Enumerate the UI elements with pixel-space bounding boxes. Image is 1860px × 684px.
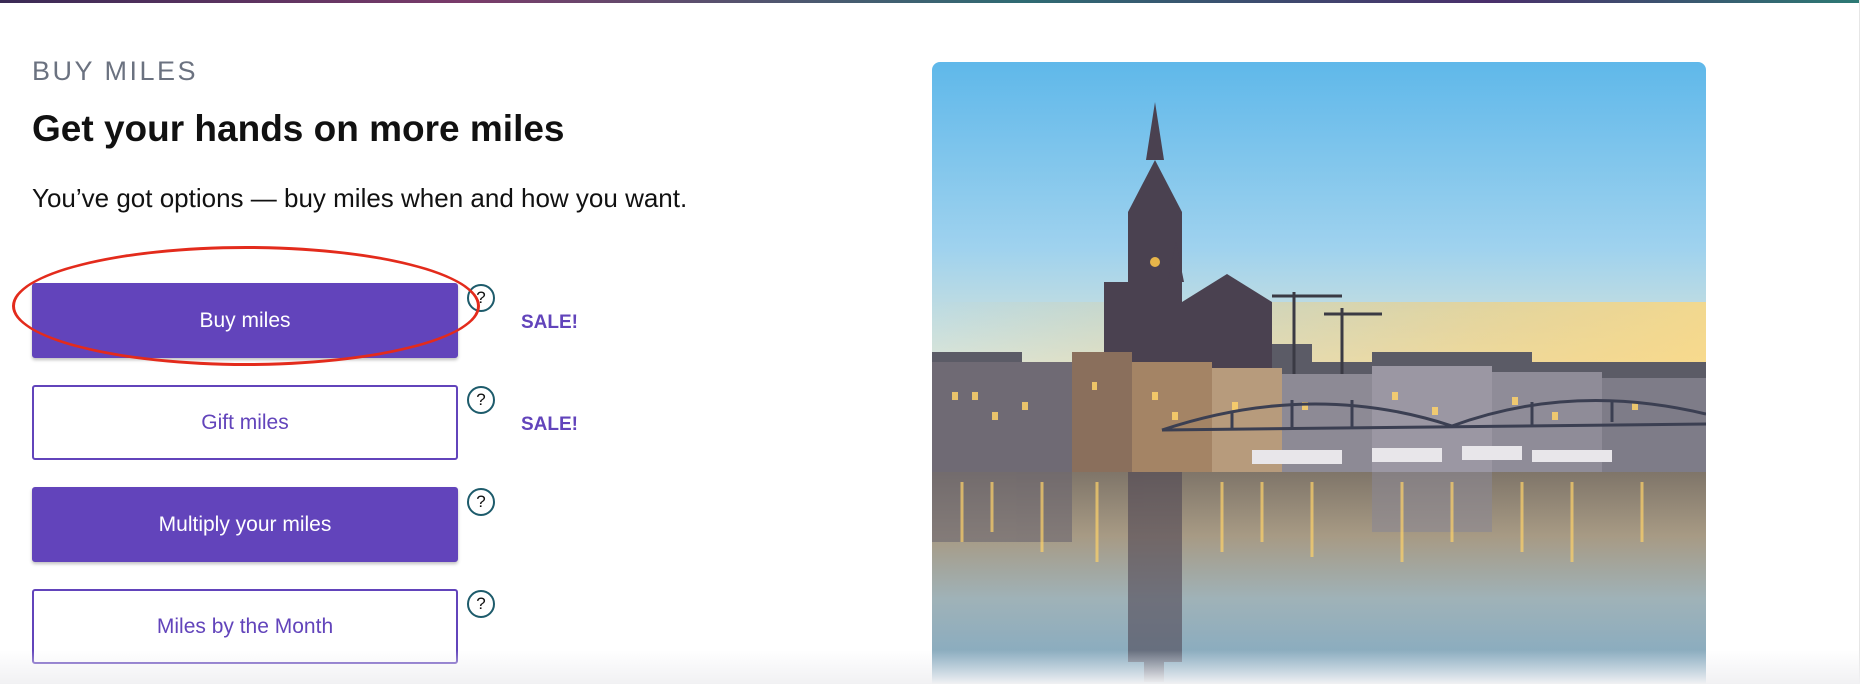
buy-miles-button[interactable]: Buy miles [32, 283, 458, 358]
top-banner-strip [0, 0, 1860, 3]
multiply-miles-help-icon[interactable]: ? [467, 488, 495, 516]
buy-miles-help-icon[interactable]: ? [467, 284, 495, 312]
buy-miles-page: BUY MILES Get your hands on more miles Y… [0, 0, 1860, 684]
bottom-fade [0, 650, 1860, 684]
miles-by-month-help-icon[interactable]: ? [467, 590, 495, 618]
section-eyebrow: BUY MILES [32, 56, 199, 86]
gift-miles-button[interactable]: Gift miles [32, 385, 458, 460]
gift-miles-sale-badge: SALE! [521, 414, 578, 435]
city-skyline-photo [932, 62, 1706, 684]
page-subtitle: You’ve got options — buy miles when and … [32, 183, 688, 213]
gift-miles-help-icon[interactable]: ? [467, 386, 495, 414]
page-title: Get your hands on more miles [32, 108, 565, 149]
multiply-miles-button[interactable]: Multiply your miles [32, 487, 458, 562]
buy-miles-sale-badge: SALE! [521, 312, 578, 333]
